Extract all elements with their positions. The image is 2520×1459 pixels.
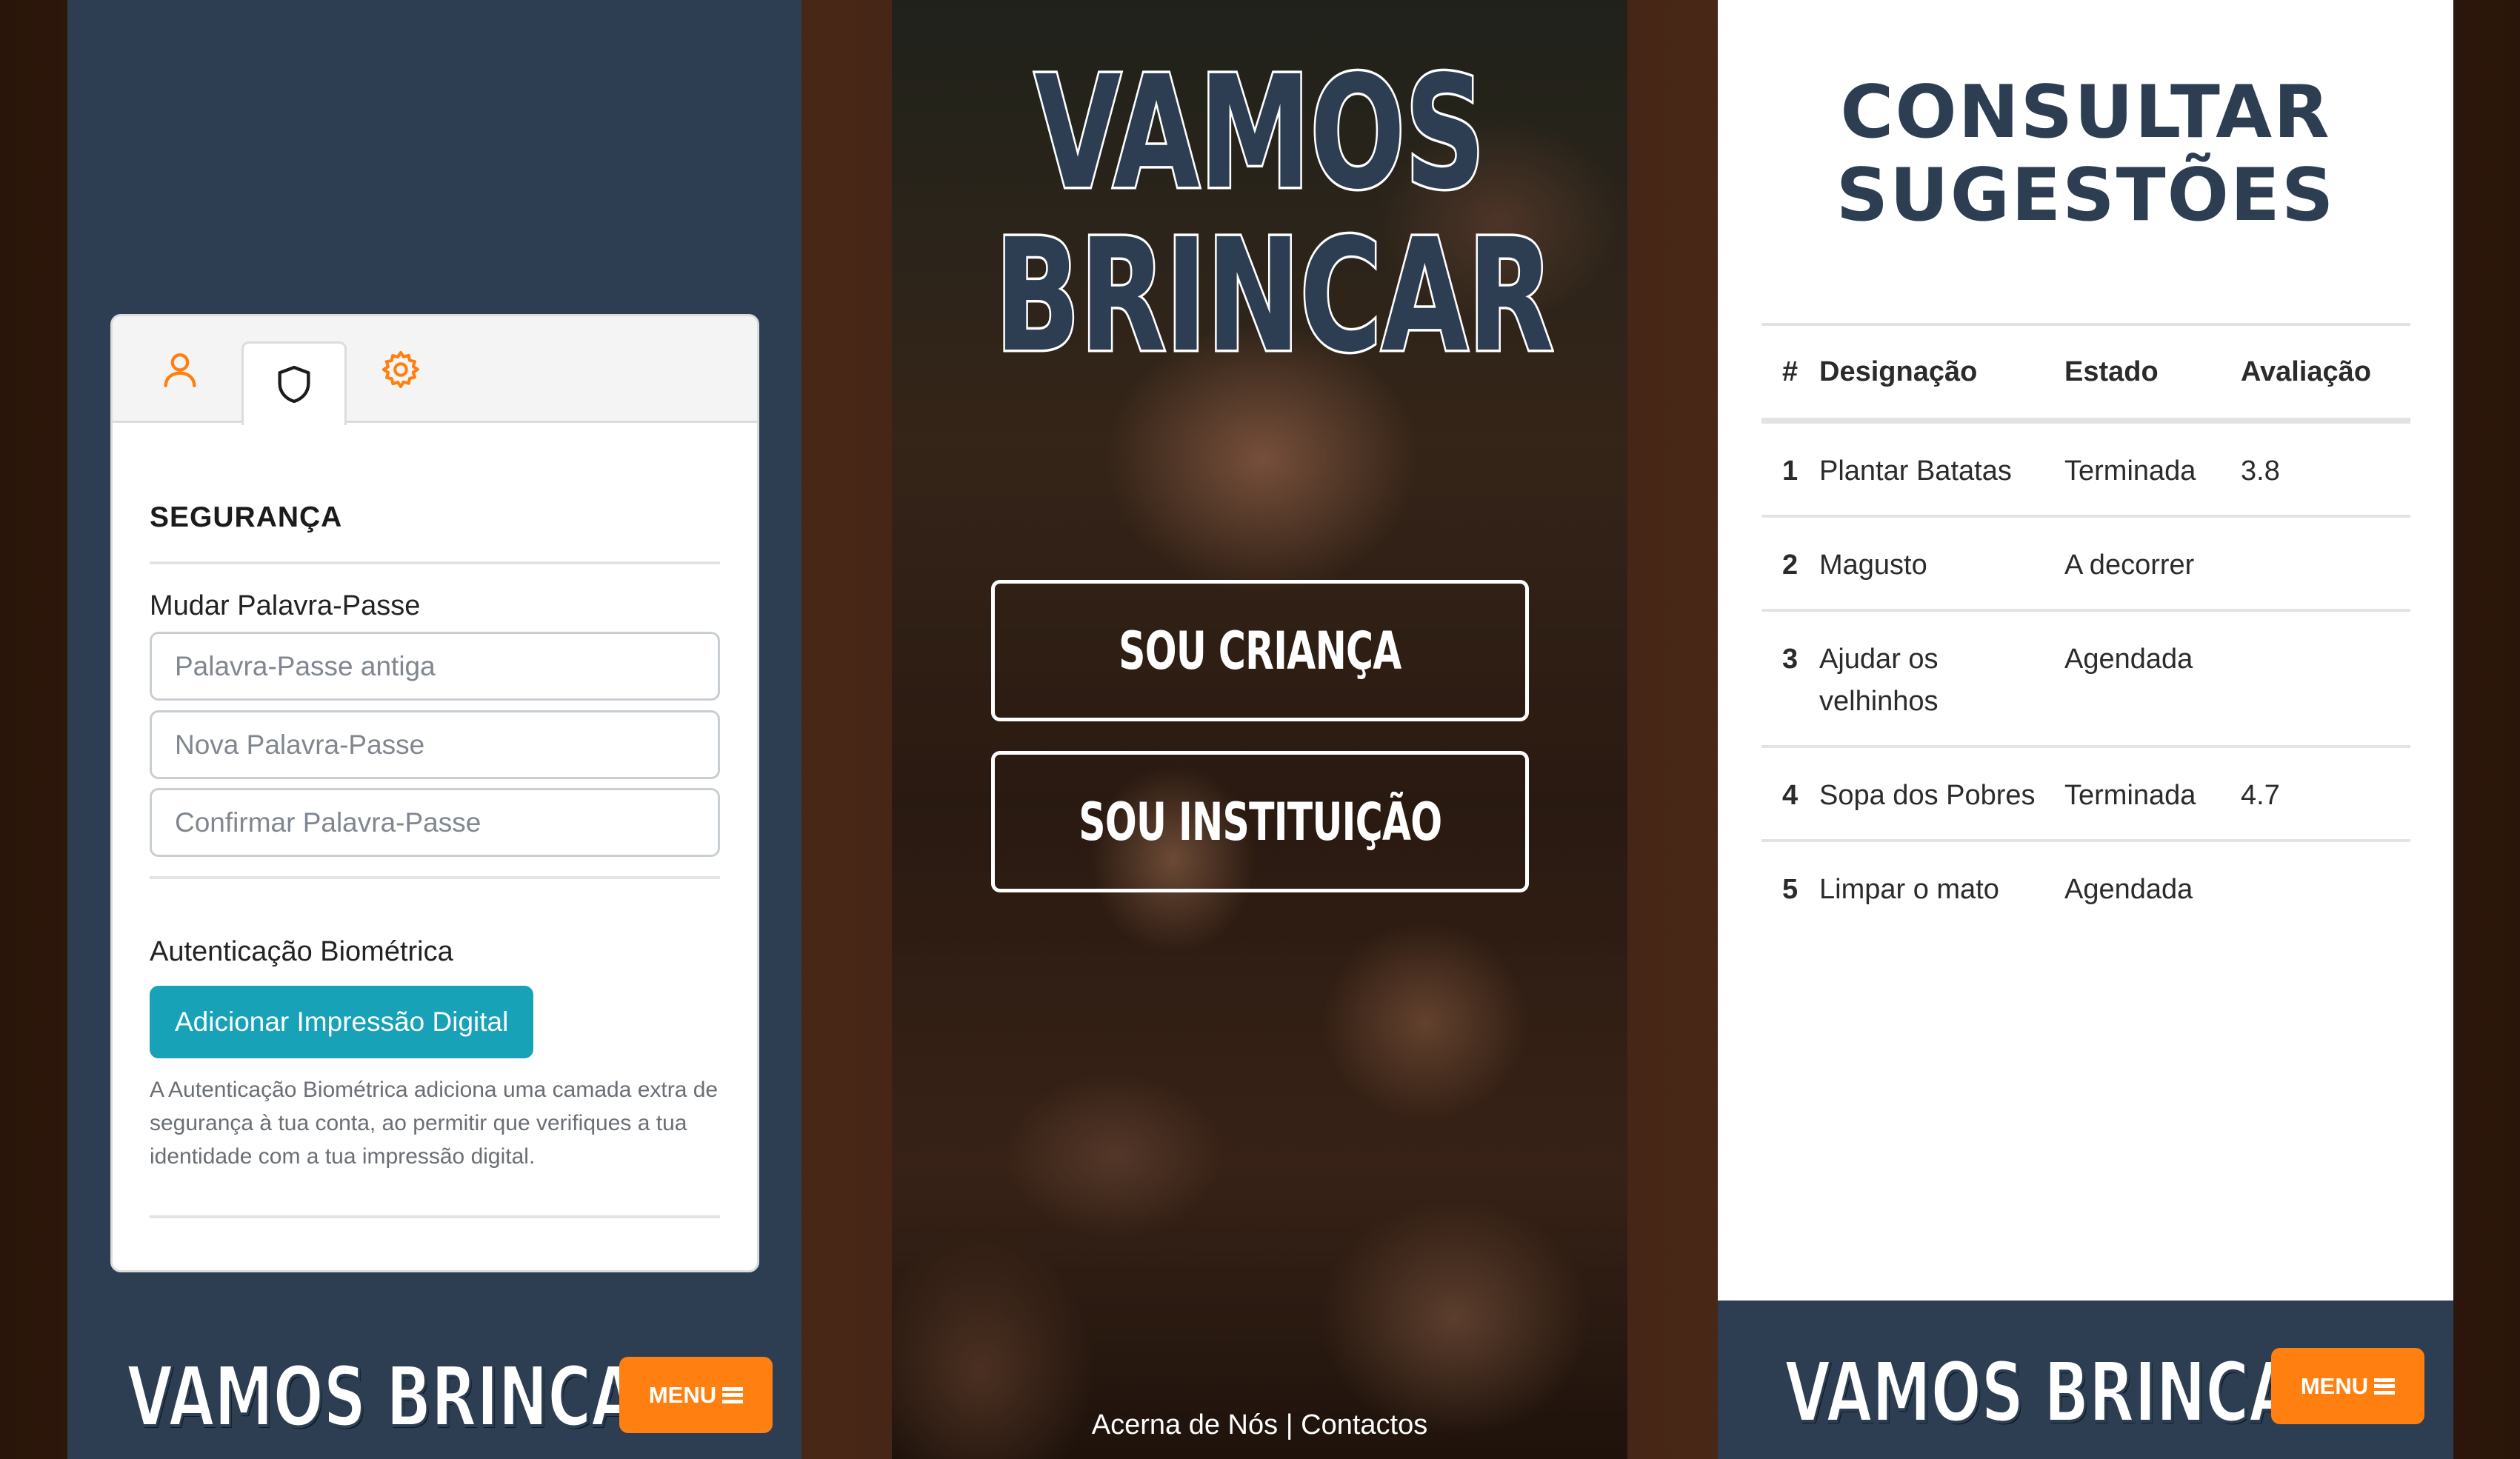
settings-tabbar [113,316,757,425]
column-header-rating: Avaliação [2241,323,2410,424]
row-rating: 4.7 [2241,747,2410,842]
add-fingerprint-button[interactable]: Adicionar Impressão Digital [150,986,534,1058]
row-state: Terminada [2064,747,2241,842]
row-state: Terminada [2064,421,2241,518]
divider [150,876,720,879]
user-icon [164,353,196,387]
row-designation: Plantar Batatas [1819,421,2064,518]
column-header-designation: Designação [1819,323,2064,424]
row-state: A decorrer [2064,516,2241,612]
page-title: CONSULTAR SUGESTÕES [1718,71,2453,237]
divider [150,1215,720,1218]
about-link[interactable]: Acerna de Nós [1092,1409,1278,1440]
table-row[interactable]: 2 Magusto A decorrer [1761,516,2410,612]
row-number: 5 [1782,874,1799,905]
new-password-input[interactable] [150,710,720,779]
column-header-state: Estado [2064,323,2241,424]
institution-button[interactable]: SOU INSTITUIÇÃO [991,751,1529,892]
change-password-label: Mudar Palavra-Passe [150,590,421,621]
footer: VAMOS BRINCAR MENU [1718,1301,2453,1459]
app-logo: VAMOS BRINCAR [993,42,1556,387]
biometric-label: Autenticação Biométrica [150,936,453,967]
row-state: Agendada [2064,874,2193,905]
old-password-input[interactable] [150,632,720,701]
row-designation: Limpar o mato [1819,874,1999,905]
table-row[interactable]: 1 Plantar Batatas Terminada 3.8 [1761,421,2410,518]
gear-icon [381,350,419,389]
logo-line-2: BRINCAR [993,205,1556,387]
table-row[interactable]: 3 Ajudar os velhinhos Agendada [1761,610,2410,748]
divider [150,561,720,564]
row-designation: Sopa dos Pobres [1819,747,2064,842]
row-number: 3 [1761,610,1819,748]
row-rating [2241,841,2410,933]
row-rating [2241,516,2410,612]
row-number: 4 [1761,747,1819,842]
row-state: Agendada [2064,610,2241,748]
row-designation: Magusto [1819,516,2064,612]
row-number: 1 [1761,421,1819,518]
footer-links: Acerna de Nós | Contactos [892,1409,1627,1441]
landing-screen: VAMOS BRINCAR SOU CRIANÇA SOU INSTITUIÇÃ… [892,0,1627,1459]
institution-button-label: SOU INSTITUIÇÃO [1078,791,1442,852]
suggestions-table: # Designação Estado Avaliação 1 Plantar … [1761,323,2410,933]
column-header-number: # [1761,323,1819,424]
contacts-link[interactable]: Contactos [1301,1409,1427,1440]
security-screen: SEGURANÇA Mudar Palavra-Passe Autenticaç… [67,0,801,1459]
table-row[interactable]: 5 Limpar o mato Agendada [1761,841,2410,933]
suggestions-screen: CONSULTAR SUGESTÕES # Designação Estado … [1718,0,2453,1459]
title-line-1: CONSULTAR [1840,70,2331,155]
footer-logo[interactable]: VAMOS BRINCAR [1784,1343,2341,1443]
page-title: SEGURANÇA [150,501,343,533]
hamburger-icon [722,1386,744,1403]
row-number: 2 [1761,516,1819,612]
footer: VAMOS BRINCAR MENU [67,1326,801,1459]
row-rating: 3.8 [2241,421,2410,518]
menu-button[interactable]: MENU [619,1357,773,1433]
menu-label: MENU [648,1381,717,1408]
logo-line-1: VAMOS [1033,42,1487,224]
shield-icon [278,365,310,404]
row-designation: Ajudar os velhinhos [1819,610,2064,748]
child-button-label: SOU CRIANÇA [1119,620,1401,681]
menu-label: MENU [2300,1372,2369,1399]
tab-security[interactable] [241,341,347,425]
row-rating [2241,610,2410,748]
table-header-row: # Designação Estado Avaliação [1761,323,2410,424]
table-row[interactable]: 4 Sopa dos Pobres Terminada 4.7 [1761,747,2410,842]
security-card: SEGURANÇA Mudar Palavra-Passe Autenticaç… [110,314,759,1272]
menu-button[interactable]: MENU [2271,1348,2424,1424]
confirm-password-input[interactable] [150,788,720,857]
tab-settings[interactable] [348,316,453,423]
link-separator: | [1285,1409,1293,1440]
child-button[interactable]: SOU CRIANÇA [991,580,1529,721]
title-line-2: SUGESTÕES [1836,153,2336,238]
footer-logo[interactable]: VAMOS BRINCAR [126,1348,684,1447]
hamburger-icon [2374,1378,2396,1395]
biometric-help-text: A Autenticação Biométrica adiciona uma c… [150,1078,719,1169]
tab-profile[interactable] [127,316,233,423]
